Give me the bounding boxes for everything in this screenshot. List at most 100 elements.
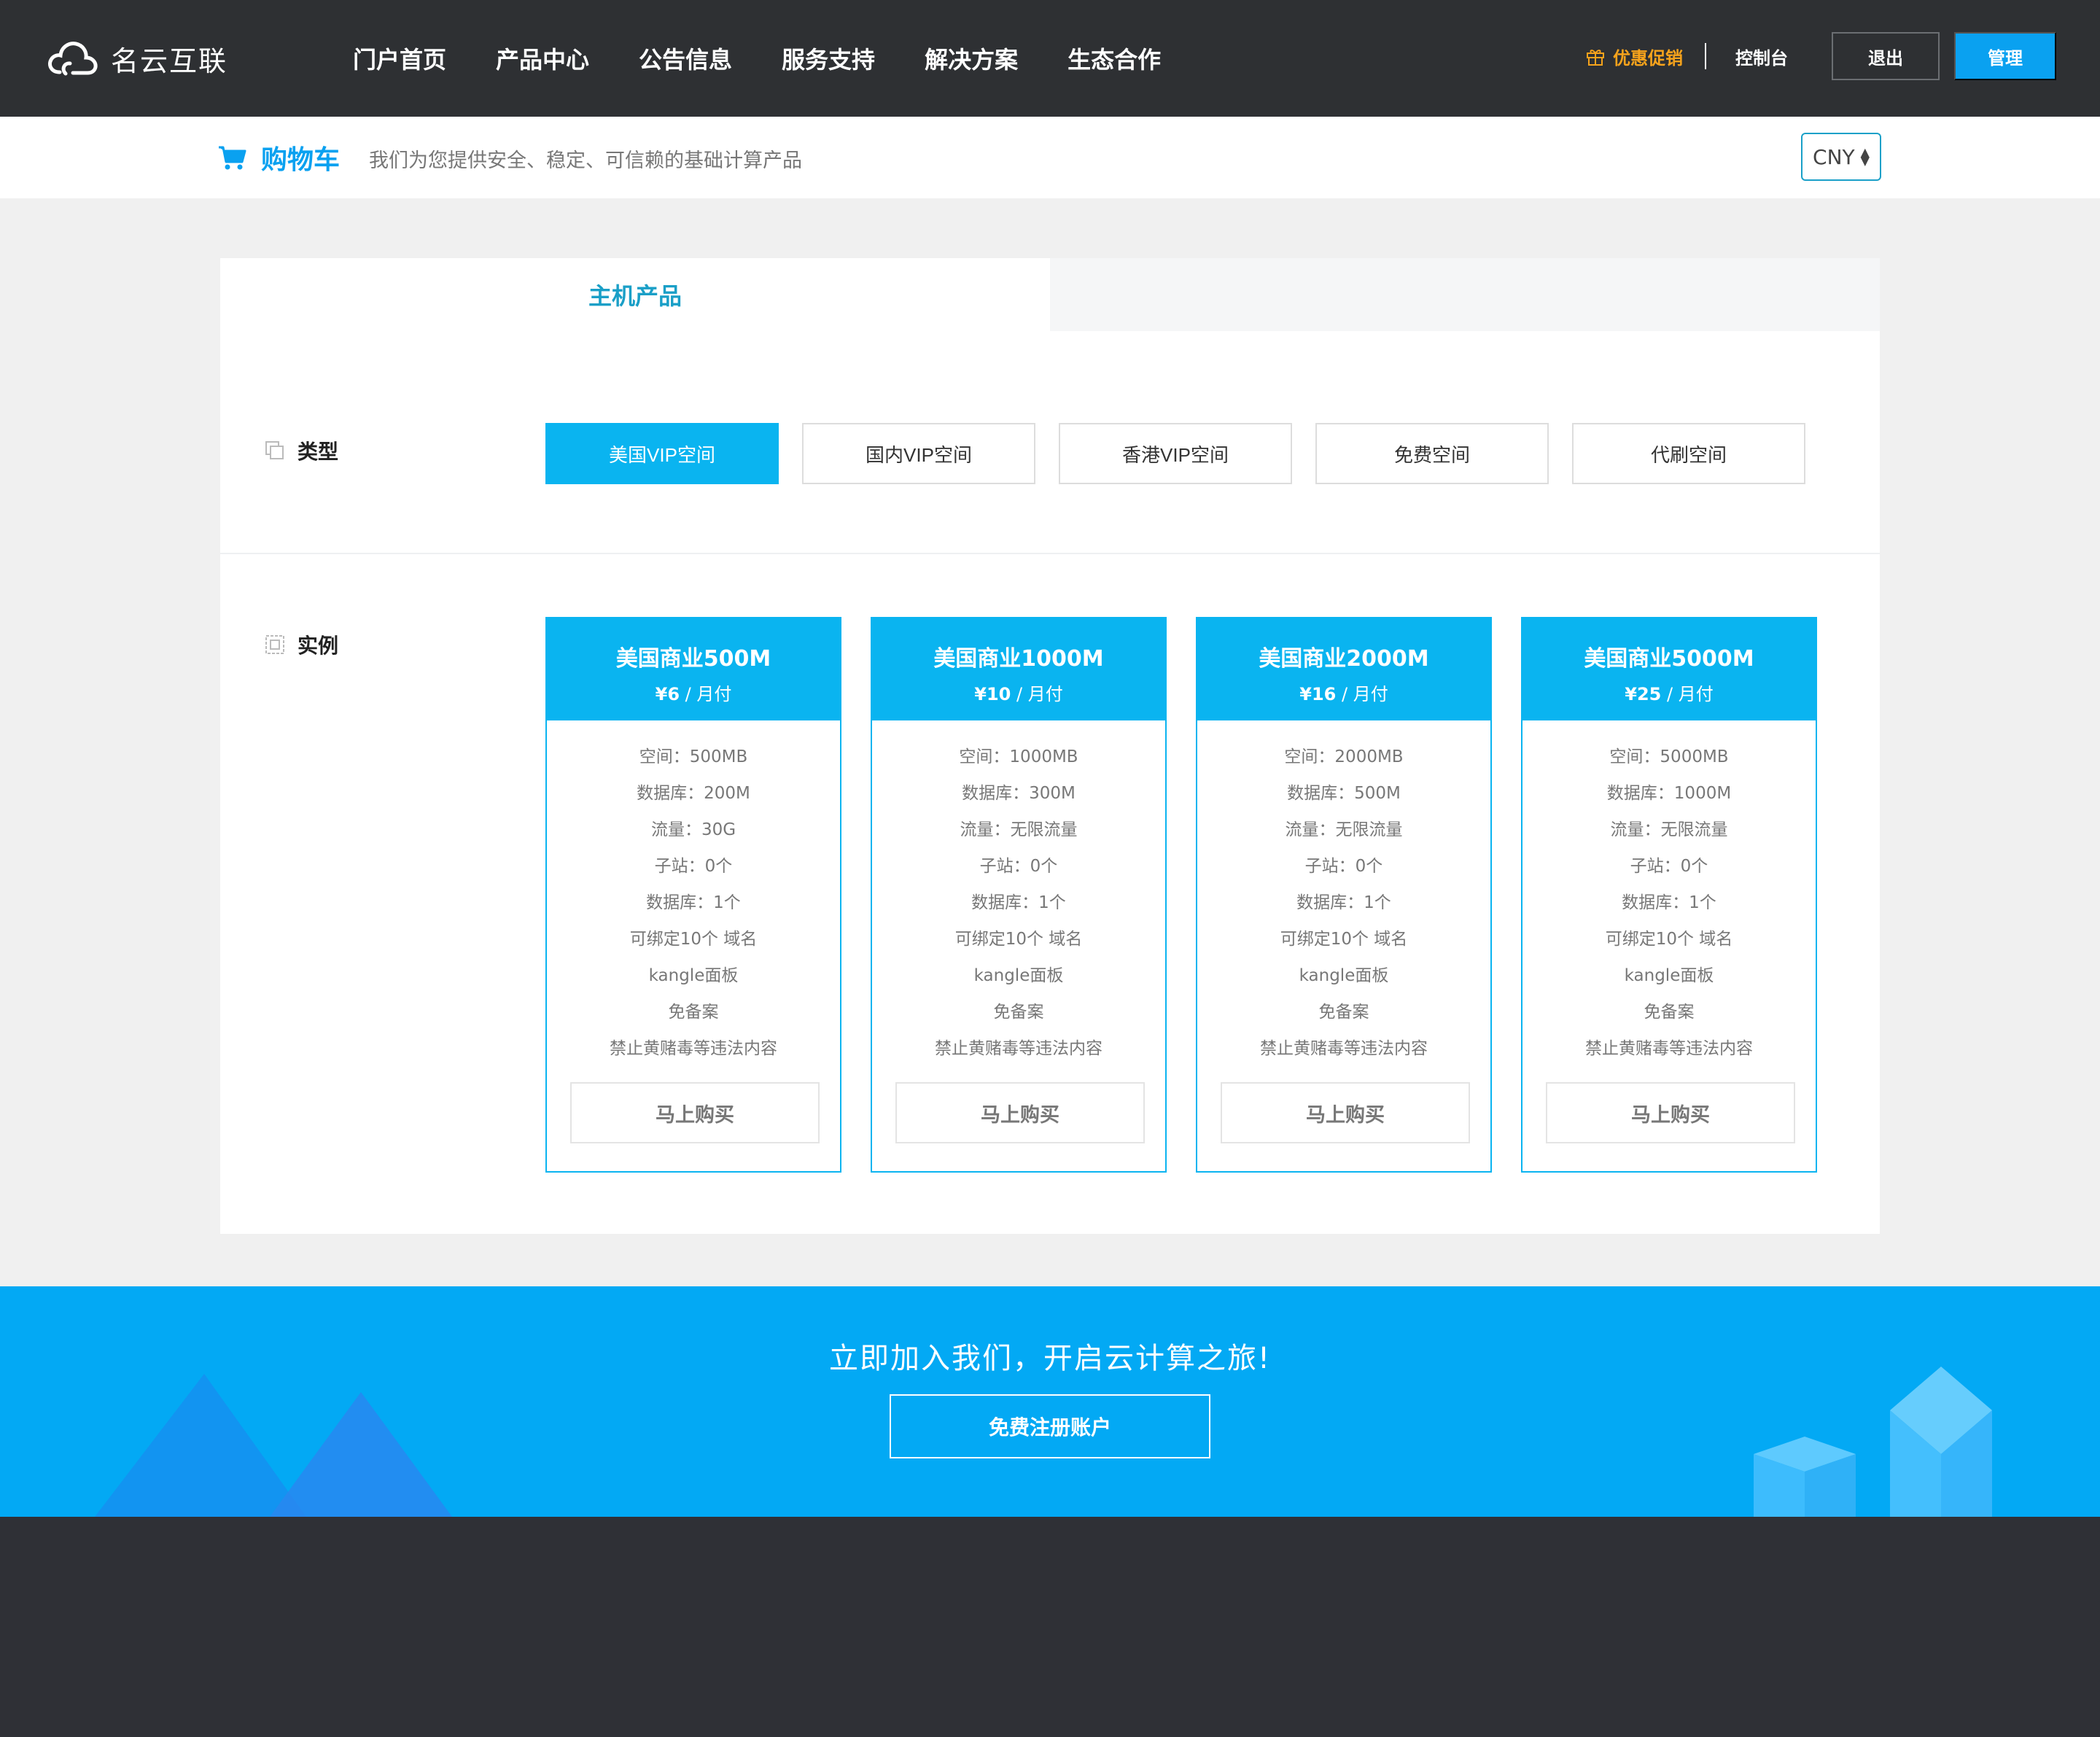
buy-now-button[interactable]: 马上购买 bbox=[1546, 1082, 1795, 1143]
console-link[interactable]: 控制台 bbox=[1735, 44, 1788, 69]
plan-features: 空间：1000MB 数据库：300M 流量：无限流量 子站：0个 数据库：1个 … bbox=[872, 720, 1165, 1070]
plan-feature: 禁止黄赌毒等违法内容 bbox=[1585, 1039, 1753, 1058]
plan-price-amount: ¥25 bbox=[1625, 684, 1662, 704]
plan-features: 空间：500MB 数据库：200M 流量：30G 子站：0个 数据库：1个 可绑… bbox=[547, 720, 840, 1070]
plan-feature: 数据库：1个 bbox=[971, 893, 1066, 912]
logout-button[interactable]: 退出 bbox=[1832, 32, 1940, 80]
plan-card-header: 美国商业1000M ¥10 / 月付 bbox=[872, 618, 1165, 720]
plan-card: 美国商业1000M ¥10 / 月付 空间：1000MB 数据库：300M 流量… bbox=[871, 617, 1167, 1173]
admin-button[interactable]: 管理 bbox=[1954, 32, 2056, 80]
nav-item-announcements[interactable]: 公告信息 bbox=[639, 42, 732, 75]
nav-item-support[interactable]: 服务支持 bbox=[782, 42, 875, 75]
type-section-label: 类型 bbox=[264, 436, 338, 465]
tab-empty-area bbox=[1050, 258, 1880, 331]
currency-value: CNY bbox=[1813, 144, 1855, 169]
cart-title-text: 购物车 bbox=[261, 145, 341, 175]
free-register-button[interactable]: 免费注册账户 bbox=[890, 1394, 1210, 1458]
plan-feature: 子站：0个 bbox=[654, 857, 733, 876]
plan-feature: 子站：0个 bbox=[979, 857, 1058, 876]
nav-item-solutions[interactable]: 解决方案 bbox=[925, 42, 1018, 75]
plan-card-header: 美国商业5000M ¥25 / 月付 bbox=[1522, 618, 1816, 720]
plan-feature: 流量：30G bbox=[650, 820, 736, 839]
main-nav: 门户首页 产品中心 公告信息 服务支持 解决方案 生态合作 bbox=[353, 0, 1210, 117]
plan-card: 美国商业500M ¥6 / 月付 空间：500MB 数据库：200M 流量：30… bbox=[545, 617, 841, 1173]
plan-feature: kangle面板 bbox=[973, 966, 1064, 985]
section-divider bbox=[220, 553, 1880, 554]
plan-price-sep: / bbox=[1011, 684, 1028, 704]
plan-feature: 数据库：1000M bbox=[1606, 784, 1732, 803]
buy-now-button[interactable]: 马上购买 bbox=[1221, 1082, 1470, 1143]
nav-divider bbox=[1705, 43, 1706, 69]
plan-price: ¥25 / 月付 bbox=[1522, 680, 1816, 705]
footer bbox=[0, 1517, 2100, 1737]
plan-price-period: 月付 bbox=[1027, 684, 1063, 704]
plan-card-header: 美国商业2000M ¥16 / 月付 bbox=[1197, 618, 1490, 720]
buy-now-button[interactable]: 马上购买 bbox=[895, 1082, 1145, 1143]
plan-feature: 可绑定10个 域名 bbox=[1605, 930, 1733, 949]
plan-features: 空间：2000MB 数据库：500M 流量：无限流量 子站：0个 数据库：1个 … bbox=[1197, 720, 1490, 1070]
type-label-text: 类型 bbox=[298, 440, 339, 464]
currency-select[interactable]: CNY ▲ ▼ bbox=[1801, 133, 1881, 181]
plan-feature: 可绑定10个 域名 bbox=[629, 930, 758, 949]
promo-label: 优惠促销 bbox=[1613, 47, 1683, 69]
plan-price-sep: / bbox=[1661, 684, 1679, 704]
plan-card: 美国商业2000M ¥16 / 月付 空间：2000MB 数据库：500M 流量… bbox=[1196, 617, 1492, 1173]
promo-link[interactable]: 优惠促销 bbox=[1585, 44, 1683, 69]
plan-feature: 数据库：200M bbox=[637, 784, 750, 803]
nav-item-partners[interactable]: 生态合作 bbox=[1068, 42, 1161, 75]
buy-now-button[interactable]: 马上购买 bbox=[570, 1082, 820, 1143]
plan-feature: 空间：1000MB bbox=[959, 747, 1078, 766]
plan-feature: 流量：无限流量 bbox=[960, 820, 1078, 839]
plan-feature: 免备案 bbox=[668, 1003, 719, 1022]
cloud-logo-icon bbox=[48, 42, 98, 76]
plan-card: 美国商业5000M ¥25 / 月付 空间：5000MB 数据库：1000M 流… bbox=[1521, 617, 1817, 1173]
product-tabs: 主机产品 bbox=[220, 258, 1880, 331]
plan-feature: 可绑定10个 域名 bbox=[954, 930, 1083, 949]
plan-name: 美国商业5000M bbox=[1584, 646, 1754, 672]
brand-logo[interactable]: 名云互联 bbox=[44, 36, 228, 80]
plan-feature: 空间：500MB bbox=[639, 747, 748, 766]
plan-feature: 数据库：500M bbox=[1287, 784, 1401, 803]
gift-icon bbox=[1587, 50, 1604, 66]
type-option-us-vip[interactable]: 美国VIP空间 bbox=[545, 423, 779, 484]
instance-icon bbox=[265, 635, 284, 654]
plan-feature: 免备案 bbox=[993, 1003, 1044, 1022]
signup-banner: 立即加入我们，开启云计算之旅! 免费注册账户 bbox=[0, 1286, 2100, 1517]
type-option-proxy[interactable]: 代刷空间 bbox=[1572, 423, 1805, 484]
plan-price-period: 月付 bbox=[1678, 684, 1714, 704]
nav-item-products[interactable]: 产品中心 bbox=[496, 42, 589, 75]
plan-price-amount: ¥16 bbox=[1299, 684, 1337, 704]
plan-feature: 数据库：300M bbox=[962, 784, 1076, 803]
shopping-cart-icon bbox=[219, 146, 246, 170]
copy-icon bbox=[265, 441, 284, 459]
type-option-free[interactable]: 免费空间 bbox=[1315, 423, 1549, 484]
plan-price-period: 月付 bbox=[1353, 684, 1388, 704]
cart-title: 购物车 bbox=[217, 139, 340, 176]
plan-feature: 免备案 bbox=[1318, 1003, 1369, 1022]
instance-section-label: 实例 bbox=[264, 630, 338, 659]
type-option-hk-vip[interactable]: 香港VIP空间 bbox=[1059, 423, 1292, 484]
plan-price: ¥16 / 月付 bbox=[1197, 680, 1490, 705]
cart-subtitle: 我们为您提供安全、稳定、可信赖的基础计算产品 bbox=[369, 149, 802, 172]
plan-feature: 数据库：1个 bbox=[1296, 893, 1391, 912]
plan-name: 美国商业500M bbox=[615, 646, 771, 672]
plan-price-amount: ¥6 bbox=[655, 684, 680, 704]
plan-feature: 可绑定10个 域名 bbox=[1280, 930, 1408, 949]
plan-name: 美国商业2000M bbox=[1259, 646, 1429, 672]
type-option-cn-vip[interactable]: 国内VIP空间 bbox=[802, 423, 1035, 484]
plan-feature: 子站：0个 bbox=[1304, 857, 1383, 876]
brand-name: 名云互联 bbox=[111, 44, 228, 77]
plan-feature: 数据库：1个 bbox=[1622, 893, 1716, 912]
plan-price: ¥6 / 月付 bbox=[547, 680, 840, 705]
nav-item-home[interactable]: 门户首页 bbox=[353, 42, 446, 75]
plan-feature: 流量：无限流量 bbox=[1610, 820, 1728, 839]
tab-hosting-products[interactable]: 主机产品 bbox=[220, 258, 1050, 331]
plan-price-sep: / bbox=[680, 684, 697, 704]
top-right-actions: 优惠促销 控制台 退出 管理 bbox=[1585, 32, 2056, 80]
product-panel: 主机产品 类型 美国VIP空间 国内VIP空间 香港VIP空间 免费空间 代刷空… bbox=[220, 258, 1880, 1234]
plan-features: 空间：5000MB 数据库：1000M 流量：无限流量 子站：0个 数据库：1个… bbox=[1522, 720, 1816, 1070]
plan-price: ¥10 / 月付 bbox=[872, 680, 1165, 705]
plan-feature: kangle面板 bbox=[1624, 966, 1714, 985]
plan-price-amount: ¥10 bbox=[974, 684, 1011, 704]
plan-name: 美国商业1000M bbox=[933, 646, 1104, 672]
